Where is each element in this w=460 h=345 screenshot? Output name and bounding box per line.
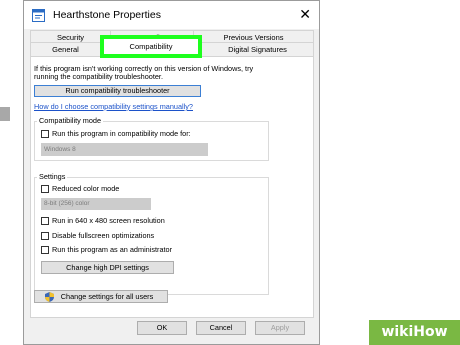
title-bar: Hearthstone Properties ✕ <box>24 1 319 29</box>
high-dpi-button[interactable]: Change high DPI settings <box>41 261 174 274</box>
properties-dialog: Hearthstone Properties ✕ Security Detail… <box>23 0 320 345</box>
run-admin-label: Run this program as an administrator <box>52 245 173 254</box>
settings-legend: Settings <box>37 172 68 181</box>
window-title: Hearthstone Properties <box>53 9 161 21</box>
res-640-checkbox[interactable] <box>41 217 49 225</box>
apply-button[interactable]: Apply <box>255 321 305 335</box>
intro-text-line2: running the compatibility troubleshooter… <box>34 72 163 81</box>
tab-general[interactable]: General <box>30 42 101 56</box>
disable-fullscreen-label: Disable fullscreen optimizations <box>52 231 155 240</box>
cancel-button[interactable]: Cancel <box>196 321 246 335</box>
run-admin-checkbox[interactable] <box>41 246 49 254</box>
manual-settings-link[interactable]: How do I choose compatibility settings m… <box>34 102 193 111</box>
watermark-text: wikiHow <box>381 324 448 340</box>
compat-mode-select[interactable]: Windows 8 <box>41 143 208 156</box>
compatibility-panel: If this program isn't working correctly … <box>30 56 314 318</box>
reduced-color-label: Reduced color mode <box>52 184 120 193</box>
tab-compatibility[interactable]: Compatibility <box>100 35 202 58</box>
color-depth-select[interactable]: 8-bit (256) color <box>41 198 151 210</box>
app-icon <box>32 9 45 22</box>
background-bar <box>0 107 10 121</box>
res-640-label: Run in 640 x 480 screen resolution <box>52 216 165 225</box>
ok-button[interactable]: OK <box>137 321 187 335</box>
tab-digital-signatures[interactable]: Digital Signatures <box>201 42 314 56</box>
reduced-color-checkbox[interactable] <box>41 185 49 193</box>
run-troubleshooter-button[interactable]: Run compatibility troubleshooter <box>34 85 201 97</box>
compat-mode-label: Run this program in compatibility mode f… <box>52 129 191 138</box>
all-users-label: Change settings for all users <box>60 292 154 301</box>
all-users-button[interactable]: Change settings for all users <box>34 290 168 303</box>
compatibility-mode-legend: Compatibility mode <box>37 116 104 125</box>
shield-icon <box>45 292 54 302</box>
close-icon[interactable]: ✕ <box>299 6 311 23</box>
compat-mode-checkbox[interactable] <box>41 130 49 138</box>
wikihow-watermark: wikiHow <box>369 320 460 345</box>
disable-fullscreen-checkbox[interactable] <box>41 232 49 240</box>
